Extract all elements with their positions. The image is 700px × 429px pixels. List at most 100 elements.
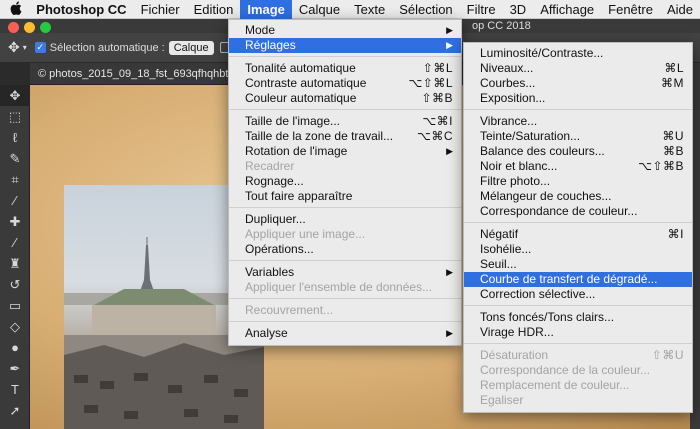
- adjust-item-correction-selective[interactable]: Correction sélective...: [464, 287, 692, 302]
- menu-item-label: Remplacement de couleur...: [480, 378, 630, 392]
- adjust-item-noir-et-blanc[interactable]: Noir et blanc... ⌥⇧⌘B: [464, 159, 692, 174]
- adjust-item-seuil[interactable]: Seuil...: [464, 257, 692, 272]
- menu-fenetre[interactable]: Fenêtre: [601, 0, 660, 19]
- adjust-item-exposition[interactable]: Exposition...: [464, 91, 692, 106]
- adjust-item-vibrance[interactable]: Vibrance...: [464, 114, 692, 129]
- adjust-item-filtre-photo[interactable]: Filtre photo...: [464, 174, 692, 189]
- menu-item-label: Teinte/Saturation...: [480, 129, 581, 143]
- adjust-item-correspondance-de-couleur[interactable]: Correspondance de couleur...: [464, 204, 692, 219]
- menu-separator: [464, 305, 692, 306]
- eraser-icon[interactable]: ▭: [0, 295, 30, 316]
- image-menu-item-tout-faire-apparaitre[interactable]: Tout faire apparaître: [229, 189, 461, 204]
- adjust-item-teinte-saturation[interactable]: Teinte/Saturation... ⌘U: [464, 129, 692, 144]
- image-menu-item-analyse[interactable]: Analyse ▶: [229, 326, 461, 341]
- image-menu-item-mode[interactable]: Mode ▶: [229, 23, 461, 38]
- menu-item-label: Tout faire apparaître: [245, 189, 353, 203]
- menu-item-label: Analyse: [245, 326, 288, 340]
- adjust-item-virage-hdr[interactable]: Virage HDR...: [464, 325, 692, 340]
- adjust-item-desaturation: Désaturation ⇧⌘U: [464, 348, 692, 363]
- image-menu-item-dupliquer[interactable]: Dupliquer...: [229, 212, 461, 227]
- adjust-item-isohelie[interactable]: Isohélie...: [464, 242, 692, 257]
- zoom-window-icon[interactable]: [40, 22, 51, 33]
- quick-select-icon[interactable]: ✎: [0, 148, 30, 169]
- image-menu-item-operations[interactable]: Opérations...: [229, 242, 461, 257]
- brush-icon[interactable]: ⁄: [0, 232, 30, 253]
- menu-filtre[interactable]: Filtre: [460, 0, 503, 19]
- path-select-icon[interactable]: ➚: [0, 400, 30, 421]
- menu-3d[interactable]: 3D: [503, 0, 534, 19]
- adjust-item-tons-fonces-tons-clairs[interactable]: Tons foncés/Tons clairs...: [464, 310, 692, 325]
- menu-item-label: Recouvrement...: [245, 303, 334, 317]
- menu-separator: [229, 109, 461, 110]
- menu-item-shortcut: ⌥⌘C: [417, 129, 453, 143]
- pen-icon[interactable]: ✒: [0, 358, 30, 379]
- lasso-icon[interactable]: ℓ: [0, 127, 30, 148]
- menu-item-label: Recadrer: [245, 159, 295, 173]
- menu-separator: [229, 260, 461, 261]
- dodge-icon[interactable]: ●: [0, 337, 30, 358]
- image-menu-item-rognage[interactable]: Rognage...: [229, 174, 461, 189]
- image-menu-item-appliquer-une-image: Appliquer une image...: [229, 227, 461, 242]
- menu-fichier[interactable]: Fichier: [134, 0, 187, 19]
- healing-icon[interactable]: ✚: [0, 211, 30, 232]
- adjust-item-courbes[interactable]: Courbes... ⌘M: [464, 76, 692, 91]
- minimize-window-icon[interactable]: [24, 22, 35, 33]
- image-menu-item-taille-de-la-zone-de-travail[interactable]: Taille de la zone de travail... ⌥⌘C: [229, 129, 461, 144]
- menu-affichage[interactable]: Affichage: [533, 0, 601, 19]
- menu-item-label: Rognage...: [245, 174, 304, 188]
- image-menu-item-tonalite-automatique[interactable]: Tonalité automatique ⇧⌘L: [229, 61, 461, 76]
- type-icon[interactable]: T: [0, 379, 30, 400]
- menu-item-label: Dupliquer...: [245, 212, 306, 226]
- menu-item-shortcut: ⇧⌘B: [421, 91, 453, 105]
- adjust-item-negatif[interactable]: Négatif ⌘I: [464, 227, 692, 242]
- adjust-item-niveaux[interactable]: Niveaux... ⌘L: [464, 61, 692, 76]
- adjust-item-balance-des-couleurs[interactable]: Balance des couleurs... ⌘B: [464, 144, 692, 159]
- adjust-item-melangeur-de-couches[interactable]: Mélangeur de couches...: [464, 189, 692, 204]
- image-menu-item-rotation-de-l-image[interactable]: Rotation de l'image ▶: [229, 144, 461, 159]
- crop-icon[interactable]: ⌗: [0, 169, 30, 190]
- menu-separator: [464, 109, 692, 110]
- adjust-item-luminosite-contraste[interactable]: Luminosité/Contraste...: [464, 46, 692, 61]
- move-tool-preset[interactable]: ✥ ▾: [8, 39, 27, 56]
- menu-aide[interactable]: Aide: [660, 0, 700, 19]
- tools-panel: ✥ ⬚ ℓ ✎ ⌗ ⁄ ✚ ⁄ ♜ ↺ ▭ ◇ ● ✒ T ➚: [0, 85, 30, 429]
- apple-menu-icon[interactable]: [0, 0, 32, 18]
- image-menu-item-appliquer-l-ensemble-de-donnees: Appliquer l'ensemble de données...: [229, 280, 461, 295]
- menu-calque[interactable]: Calque: [292, 0, 347, 19]
- submenu-arrow-icon: ▶: [446, 328, 453, 338]
- menu-edition[interactable]: Edition: [187, 0, 241, 19]
- submenu-arrow-icon: ▶: [446, 146, 453, 156]
- adjust-item-courbe-de-transfert-de-degrade[interactable]: Courbe de transfert de dégradé...: [464, 272, 692, 287]
- menu-item-label: Correction sélective...: [480, 287, 596, 301]
- menu-image[interactable]: Image: [240, 0, 292, 19]
- image-menu-item-recadrer: Recadrer: [229, 159, 461, 174]
- history-brush-icon[interactable]: ↺: [0, 274, 30, 295]
- auto-select-checkbox[interactable]: ✓ Sélection automatique :: [34, 42, 165, 54]
- image-menu-item-variables[interactable]: Variables ▶: [229, 265, 461, 280]
- menu-separator: [464, 222, 692, 223]
- menu-photoshop[interactable]: Photoshop CC: [32, 0, 133, 19]
- menu-item-label: Egaliser: [480, 393, 524, 407]
- image-menu-item-contraste-automatique[interactable]: Contraste automatique ⌥⇧⌘L: [229, 76, 461, 91]
- menu-item-label: Négatif: [480, 227, 519, 241]
- menu-item-label: Taille de la zone de travail...: [245, 129, 394, 143]
- auto-select-dropdown[interactable]: Calque: [168, 40, 214, 55]
- bucket-icon[interactable]: ◇: [0, 316, 30, 337]
- menu-item-label: Vibrance...: [480, 114, 538, 128]
- menu-selection[interactable]: Sélection: [392, 0, 459, 19]
- move-icon[interactable]: ✥: [0, 85, 30, 106]
- image-menu-item-reglages[interactable]: Réglages ▶: [229, 38, 461, 53]
- eyedropper-icon[interactable]: ⁄: [0, 190, 30, 211]
- menu-separator: [229, 56, 461, 57]
- menu-item-label: Exposition...: [480, 91, 546, 105]
- marquee-icon[interactable]: ⬚: [0, 106, 30, 127]
- close-window-icon[interactable]: [8, 22, 19, 33]
- image-menu-item-taille-de-l-image[interactable]: Taille de l'image... ⌥⌘I: [229, 114, 461, 129]
- move-icon: ✥: [8, 39, 20, 55]
- menu-item-label: Désaturation: [480, 348, 549, 362]
- image-menu-item-couleur-automatique[interactable]: Couleur automatique ⇧⌘B: [229, 91, 461, 106]
- menu-item-shortcut: ⇧⌘U: [651, 348, 684, 362]
- stamp-icon[interactable]: ♜: [0, 253, 30, 274]
- menu-separator: [229, 298, 461, 299]
- menu-texte[interactable]: Texte: [347, 0, 392, 19]
